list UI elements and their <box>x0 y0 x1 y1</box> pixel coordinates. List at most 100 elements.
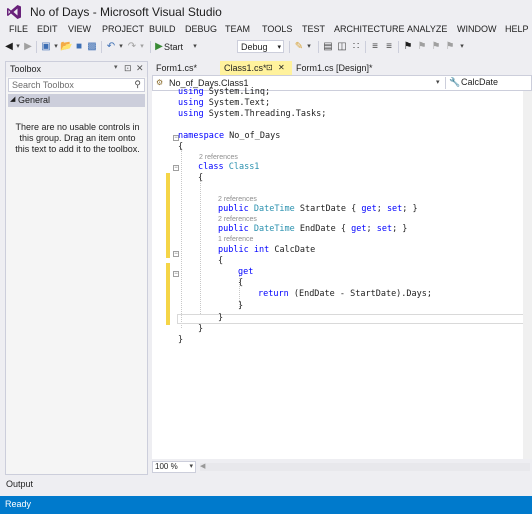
document-tab-strip: Form1.cs* Class1.cs* ⊡ ✕ Form1.cs [Desig… <box>152 61 532 75</box>
redo-icon[interactable]: ↷ <box>126 40 138 54</box>
next-bookmark-icon[interactable]: ⚑ <box>430 40 442 54</box>
standard-toolbar: ◀ ▾ ▶ ▣ ▾ 📂 ■ ▩ ↶ ▾ ↷ ▾ ▶ Start ▾ Debug … <box>0 38 532 56</box>
toolbar-separator <box>150 41 151 53</box>
menu-edit[interactable]: EDIT <box>37 24 58 34</box>
collapse-arrow-icon[interactable]: ◢ <box>10 95 15 103</box>
codelens-references[interactable]: 2 references <box>218 196 257 203</box>
menu-view[interactable]: VIEW <box>68 24 91 34</box>
tab-label: Form1.cs [Design]* <box>296 63 373 73</box>
editor-footer: 100 % ▾ ◀ <box>152 461 532 473</box>
forward-icon[interactable]: ▶ <box>23 40 33 54</box>
visual-studio-logo-icon <box>7 5 21 19</box>
undo-dropdown-icon[interactable]: ▾ <box>117 40 125 54</box>
horizontal-scrollbar[interactable]: ◀ <box>200 463 530 471</box>
uncomment-icon[interactable]: ≡ <box>383 40 395 54</box>
overflow-icon[interactable]: ▾ <box>305 40 313 54</box>
status-text: Ready <box>5 499 32 509</box>
toolbox-header: Toolbox ▾ ⊡ ✕ <box>6 62 147 77</box>
codelens-references[interactable]: 1 reference <box>218 236 253 243</box>
menu-analyze[interactable]: ANALYZE <box>407 24 447 34</box>
save-icon[interactable]: ■ <box>73 40 85 54</box>
back-icon[interactable]: ◀ <box>4 40 14 54</box>
chevron-down-icon[interactable]: ▾ <box>436 78 440 86</box>
codelens-references[interactable]: 2 references <box>218 216 257 223</box>
code-editor[interactable]: − − − − using System.Linq; using System.… <box>152 87 532 459</box>
toolbar-options-icon[interactable]: ▾ <box>458 40 466 54</box>
collapse-class-icon[interactable]: − <box>173 165 179 171</box>
code-line: using System.Linq; <box>178 87 271 97</box>
menu-window[interactable]: WINDOW <box>457 24 497 34</box>
tab-form1-design[interactable]: Form1.cs [Design]* <box>292 61 373 75</box>
comment-icon[interactable]: ≡ <box>369 40 381 54</box>
menu-file[interactable]: FILE <box>9 24 28 34</box>
start-dropdown-icon[interactable]: ▾ <box>191 40 199 54</box>
solution-configuration-value: Debug <box>241 42 268 52</box>
start-icon[interactable]: ▶ <box>154 40 164 54</box>
current-line-highlight <box>177 314 532 324</box>
menu-help[interactable]: HELP <box>505 24 529 34</box>
toolbox-group-general[interactable]: ◢ General <box>8 94 145 107</box>
menu-team[interactable]: TEAM <box>225 24 250 34</box>
wrench-icon: 🔧 <box>449 77 461 87</box>
start-button[interactable]: Start <box>164 40 192 54</box>
collapse-getter-icon[interactable]: − <box>173 271 179 277</box>
search-icon[interactable]: ⚲ <box>134 79 141 90</box>
quick-info-icon[interactable]: ∷ <box>350 40 362 54</box>
save-all-icon[interactable]: ▩ <box>86 40 98 54</box>
new-project-dropdown-icon[interactable]: ▾ <box>52 40 60 54</box>
toolbar-separator <box>318 41 319 53</box>
window-position-icon[interactable]: ▾ <box>114 63 118 71</box>
navigate-icon[interactable]: ◫ <box>336 40 348 54</box>
class-icon: ⚙ <box>156 78 164 87</box>
menu-tools[interactable]: TOOLS <box>262 24 292 34</box>
indent-guide <box>200 178 201 314</box>
code-line: public DateTime StartDate { get; set; } <box>218 204 418 214</box>
menu-project[interactable]: PROJECT <box>102 24 144 34</box>
toolbar-separator <box>289 41 290 53</box>
codelens-references[interactable]: 2 references <box>199 154 238 161</box>
scroll-left-icon[interactable]: ◀ <box>200 462 205 470</box>
menu-architecture[interactable]: ARCHITECTURE <box>334 24 405 34</box>
bookmark-icon[interactable]: ⚑ <box>402 40 414 54</box>
code-line: class Class1 <box>198 162 260 172</box>
close-icon[interactable]: ✕ <box>136 63 144 74</box>
close-tab-icon[interactable]: ✕ <box>278 61 285 75</box>
indent-guide <box>181 148 182 328</box>
toolbox-search-input[interactable]: Search Toolbox ⚲ <box>8 78 145 92</box>
tab-label: Class1.cs* <box>224 63 267 73</box>
undo-icon[interactable]: ↶ <box>105 40 117 54</box>
zoom-value: 100 % <box>155 462 178 471</box>
toggle-outline-icon[interactable]: ▤ <box>322 40 334 54</box>
chevron-down-icon: ▾ <box>277 44 281 51</box>
zoom-select[interactable]: 100 % ▾ <box>152 461 196 473</box>
toolbar-separator <box>365 41 366 53</box>
pin-tab-icon[interactable]: ⊡ <box>266 61 273 75</box>
pin-icon[interactable]: ⊡ <box>124 63 132 74</box>
clear-bookmarks-icon[interactable]: ⚑ <box>444 40 456 54</box>
find-in-files-icon[interactable]: ✎ <box>293 40 305 54</box>
menu-build[interactable]: BUILD <box>149 24 176 34</box>
change-marker <box>166 263 170 325</box>
code-line: } <box>238 301 244 311</box>
member-dropdown[interactable]: CalcDate <box>461 77 498 87</box>
new-project-icon[interactable]: ▣ <box>40 40 52 54</box>
menu-debug[interactable]: DEBUG <box>185 24 217 34</box>
vertical-scrollbar[interactable] <box>523 91 532 459</box>
menu-bar: FILE EDIT VIEW PROJECT BUILD DEBUG TEAM … <box>0 24 532 38</box>
redo-dropdown-icon[interactable]: ▾ <box>138 40 146 54</box>
output-panel-tab[interactable]: Output <box>0 475 532 495</box>
toolbar-separator <box>398 41 399 53</box>
tab-form1-cs[interactable]: Form1.cs* <box>152 61 220 75</box>
code-line: { <box>238 278 244 288</box>
chevron-down-icon: ▾ <box>189 463 193 470</box>
code-line: } <box>218 313 224 323</box>
previous-bookmark-icon[interactable]: ⚑ <box>416 40 428 54</box>
code-line: get <box>238 267 254 277</box>
back-dropdown-icon[interactable]: ▾ <box>14 40 22 54</box>
solution-configuration-select[interactable]: Debug ▾ <box>237 40 284 53</box>
collapse-property-icon[interactable]: − <box>173 251 179 257</box>
open-file-icon[interactable]: 📂 <box>60 40 72 54</box>
toolbar-separator <box>36 41 37 53</box>
menu-test[interactable]: TEST <box>302 24 325 34</box>
tab-class1-cs[interactable]: Class1.cs* ⊡ ✕ <box>220 61 292 75</box>
